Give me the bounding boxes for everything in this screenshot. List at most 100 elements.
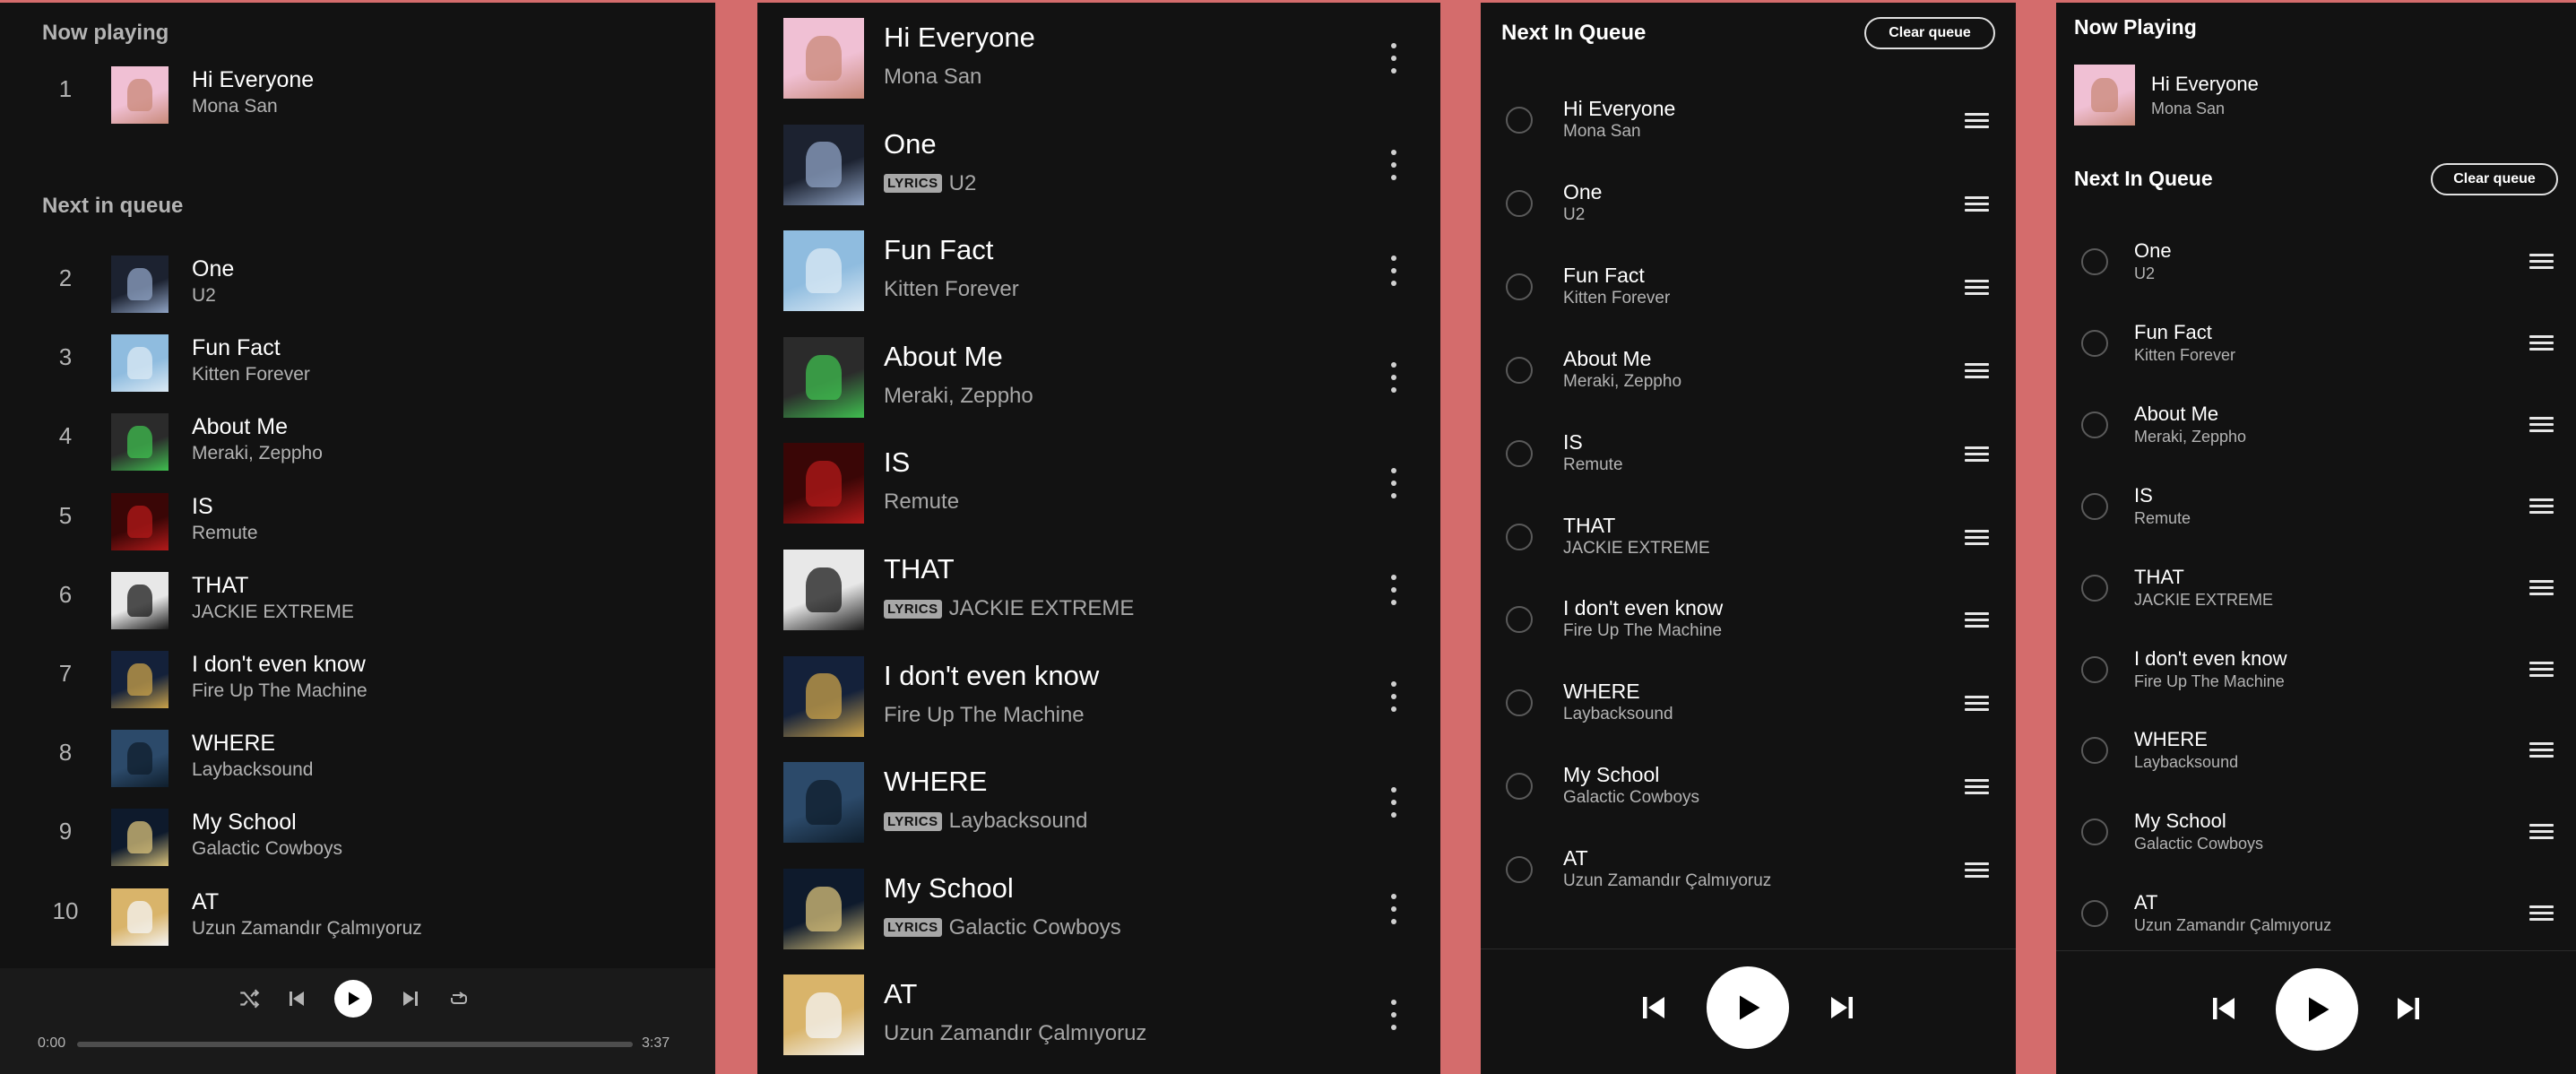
drag-handle-icon[interactable] [1965,279,1989,295]
queue-row[interactable]: About Me Meraki, Zeppho [1481,329,2016,412]
radio-circle-icon[interactable] [2081,492,2108,520]
queue-row[interactable]: THAT JACKIE EXTREME [2056,549,2576,630]
more-vertical-icon[interactable] [1385,782,1403,823]
track-row[interactable]: 4 About Me Meraki, Zeppho [0,401,715,480]
track-row[interactable]: 5 IS Remute [0,481,715,559]
drag-handle-icon[interactable] [2529,905,2554,922]
queue-row[interactable]: About Me Meraki, Zeppho [2056,385,2576,467]
repeat-icon[interactable] [445,984,473,1013]
more-vertical-icon[interactable] [1385,888,1403,930]
play-button[interactable] [1707,966,1789,1049]
radio-circle-icon[interactable] [2081,818,2108,846]
queue-row[interactable]: Hi Everyone Mona San [1481,79,2016,162]
track-row[interactable]: 6 THAT JACKIE EXTREME [0,559,715,638]
queue-row[interactable]: THAT JACKIE EXTREME [1481,496,2016,579]
drag-handle-icon[interactable] [1965,696,1989,712]
drag-handle-icon[interactable] [2529,334,2554,351]
drag-handle-icon[interactable] [1965,195,1989,212]
drag-handle-icon[interactable] [1965,446,1989,462]
track-row[interactable]: 7 I don't even know Fire Up The Machine [0,638,715,717]
queue-row[interactable]: One U2 [1481,162,2016,246]
track-row[interactable]: My School LYRICS Galactic Cowboys [757,856,1440,963]
more-vertical-icon[interactable] [1385,676,1403,717]
radio-circle-icon[interactable] [1506,439,1533,467]
track-row[interactable]: IS Remute [757,430,1440,537]
queue-row[interactable]: IS Remute [2056,467,2576,549]
skip-previous-icon[interactable] [282,984,311,1013]
radio-circle-icon[interactable] [2081,411,2108,438]
shuffle-icon[interactable] [235,984,264,1013]
track-row[interactable]: AT Uzun Zamandır Çalmıyoruz [757,962,1440,1069]
progress-bar[interactable] [77,1042,633,1047]
play-button[interactable] [334,980,372,1018]
track-row[interactable]: One LYRICS U2 [757,112,1440,219]
radio-circle-icon[interactable] [1506,856,1533,884]
drag-handle-icon[interactable] [2529,416,2554,432]
track-row[interactable]: I don't even know Fire Up The Machine [757,644,1440,750]
skip-next-icon[interactable] [2390,990,2427,1027]
radio-circle-icon[interactable] [1506,606,1533,634]
drag-handle-icon[interactable] [2529,824,2554,840]
queue-row[interactable]: AT Uzun Zamandır Çalmıyoruz [1481,828,2016,912]
radio-circle-icon[interactable] [1506,107,1533,134]
queue-row[interactable]: IS Remute [1481,412,2016,496]
drag-handle-icon[interactable] [1965,862,1989,879]
queue-row[interactable]: My School Galactic Cowboys [1481,745,2016,828]
track-row[interactable]: Hi Everyone Mona San [757,5,1440,112]
more-vertical-icon[interactable] [1385,569,1403,611]
more-vertical-icon[interactable] [1385,994,1403,1035]
more-vertical-icon[interactable] [1385,144,1403,186]
radio-circle-icon[interactable] [1506,273,1533,300]
more-vertical-icon[interactable] [1385,357,1403,398]
radio-circle-icon[interactable] [2081,329,2108,357]
track-row[interactable]: THAT LYRICS JACKIE EXTREME [757,537,1440,644]
track-row[interactable]: About Me Meraki, Zeppho [757,325,1440,431]
clear-queue-button[interactable]: Clear queue [2431,163,2558,195]
more-vertical-icon[interactable] [1385,463,1403,504]
radio-circle-icon[interactable] [1506,689,1533,717]
drag-handle-icon[interactable] [1965,612,1989,628]
clear-queue-button[interactable]: Clear queue [1864,17,1995,49]
track-row[interactable]: 3 Fun Fact Kitten Forever [0,322,715,401]
radio-circle-icon[interactable] [1506,189,1533,217]
drag-handle-icon[interactable] [2529,661,2554,677]
drag-handle-icon[interactable] [1965,529,1989,545]
radio-circle-icon[interactable] [1506,773,1533,801]
track-row[interactable]: 2 One U2 [0,243,715,322]
radio-circle-icon[interactable] [2081,574,2108,602]
queue-row[interactable]: I don't even know Fire Up The Machine [1481,578,2016,662]
more-vertical-icon[interactable] [1385,38,1403,79]
track-row[interactable]: Fun Fact Kitten Forever [757,218,1440,325]
track-row[interactable]: WHERE LYRICS Laybacksound [757,749,1440,856]
drag-handle-icon[interactable] [2529,742,2554,758]
drag-handle-icon[interactable] [2529,579,2554,595]
queue-row[interactable]: WHERE Laybacksound [2056,711,2576,793]
track-row[interactable]: 10 AT Uzun Zamandır Çalmıyoruz [0,876,715,955]
radio-circle-icon[interactable] [2081,737,2108,765]
radio-circle-icon[interactable] [1506,356,1533,384]
radio-circle-icon[interactable] [2081,655,2108,683]
queue-row[interactable]: WHERE Laybacksound [1481,662,2016,745]
radio-circle-icon[interactable] [1506,523,1533,550]
drag-handle-icon[interactable] [2529,498,2554,514]
queue-row[interactable]: One U2 [2056,222,2576,304]
skip-next-icon[interactable] [1823,989,1861,1026]
drag-handle-icon[interactable] [2529,254,2554,269]
queue-row[interactable]: Fun Fact Kitten Forever [2056,304,2576,385]
track-row[interactable]: 9 My School Galactic Cowboys [0,796,715,875]
track-row[interactable]: 8 WHERE Laybacksound [0,717,715,796]
more-vertical-icon[interactable] [1385,250,1403,291]
queue-row[interactable]: My School Galactic Cowboys [2056,793,2576,874]
queue-row[interactable]: I don't even know Fire Up The Machine [2056,630,2576,712]
radio-circle-icon[interactable] [2081,900,2108,928]
skip-next-icon[interactable] [396,984,425,1013]
radio-circle-icon[interactable] [2081,248,2108,275]
queue-row[interactable]: Fun Fact Kitten Forever [1481,246,2016,329]
skip-previous-icon[interactable] [1635,989,1673,1026]
drag-handle-icon[interactable] [1965,779,1989,795]
drag-handle-icon[interactable] [1965,113,1989,128]
track-row[interactable]: 1 Hi Everyone Mona San [0,54,715,133]
drag-handle-icon[interactable] [1965,362,1989,378]
queue-row[interactable]: AT Uzun Zamandır Çalmıyoruz [2056,874,2576,956]
skip-previous-icon[interactable] [2205,990,2243,1027]
